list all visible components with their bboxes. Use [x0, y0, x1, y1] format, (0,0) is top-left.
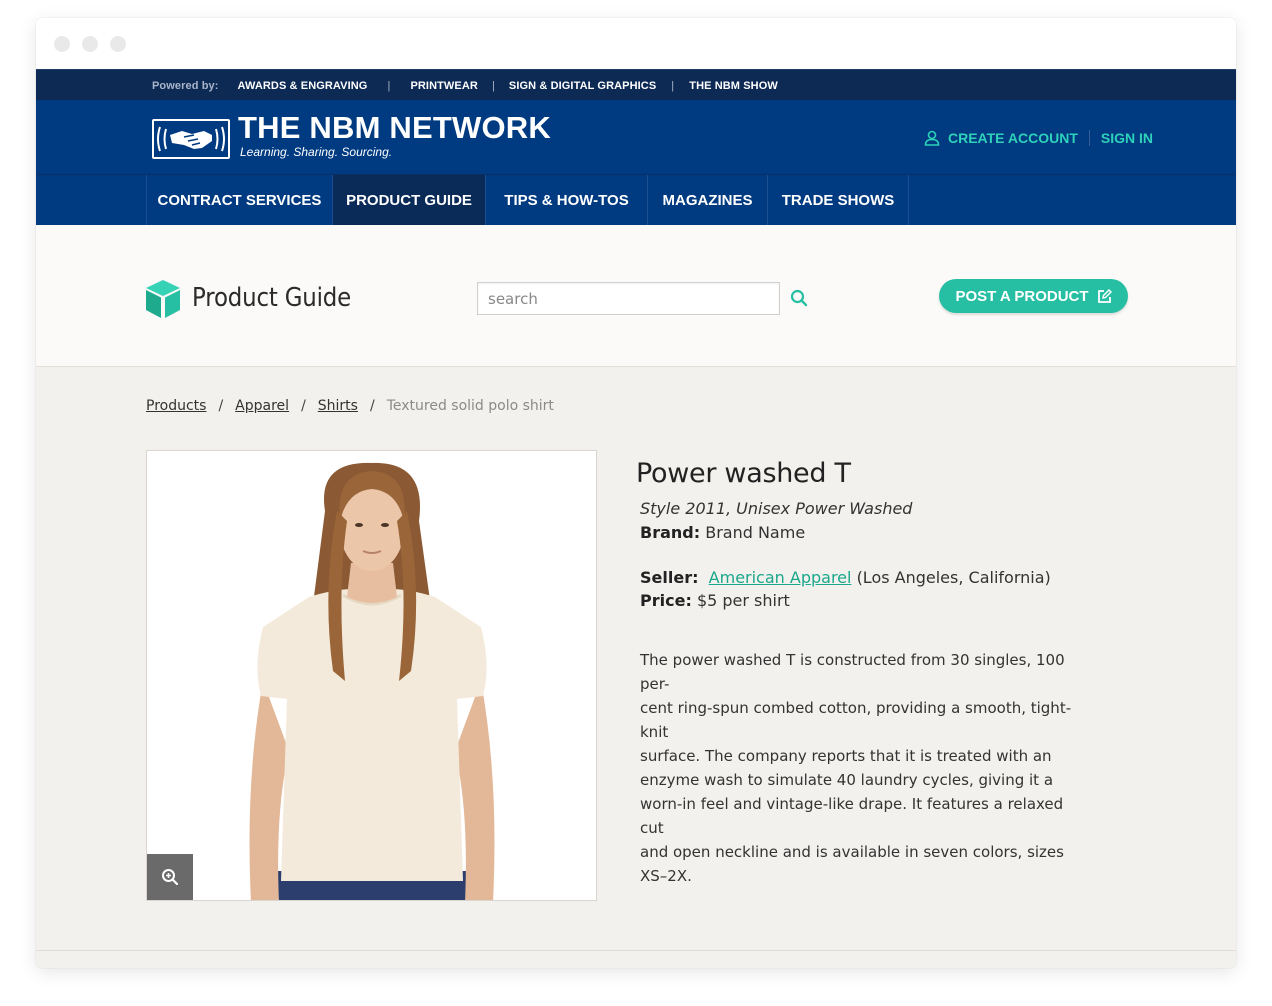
edit-icon: [1097, 288, 1112, 304]
brand-value: Brand Name: [705, 523, 806, 542]
seller-link[interactable]: American Apparel: [709, 568, 852, 587]
seller-location: (Los Angeles, California): [856, 568, 1051, 587]
breadcrumb-separator: /: [218, 398, 224, 414]
product-style: Style 2011, Unisex Power Washed: [640, 499, 913, 518]
sign-in-link[interactable]: SIGN IN: [1101, 130, 1153, 146]
topbar-link-printwear[interactable]: PRINTWEAR: [410, 80, 478, 92]
window-chrome: [36, 18, 1236, 69]
topbar-link-nbm-show[interactable]: THE NBM SHOW: [689, 80, 778, 92]
zoom-button[interactable]: [147, 854, 193, 900]
post-product-label: POST A PRODUCT: [955, 287, 1089, 305]
nav-magazines[interactable]: MAGAZINES: [647, 175, 767, 225]
handshake-icon[interactable]: [152, 119, 230, 159]
description-line: XS–2X.: [640, 867, 692, 885]
nav-contract-services[interactable]: CONTRACT SERVICES: [146, 175, 332, 225]
window-close-dot[interactable]: [54, 36, 70, 52]
content-divider: [36, 950, 1236, 951]
window-minimize-dot[interactable]: [82, 36, 98, 52]
breadcrumb-current: Textured solid polo shirt: [386, 398, 554, 414]
nav-product-guide[interactable]: PRODUCT GUIDE: [332, 175, 485, 225]
cube-icon: [145, 279, 181, 319]
browser-window: Powered by: AWARDS & ENGRAVING | PRINTWE…: [36, 18, 1236, 968]
description-line: and open neckline and is available in se…: [640, 843, 1064, 861]
topbar-separator: |: [387, 79, 391, 92]
description-line: worn-in feel and vintage-like drape. It …: [640, 795, 1064, 837]
product-description: The power washed T is constructed from 3…: [640, 648, 1088, 888]
product-title: Power washed T: [636, 458, 851, 489]
topbar-link-awards[interactable]: AWARDS & ENGRAVING: [238, 80, 368, 92]
product-photo-illustration: [249, 462, 495, 900]
product-details: Power washed T Style 2011, Unisex Power …: [636, 458, 1096, 888]
site-logo-title[interactable]: THE NBM NETWORK: [238, 110, 551, 146]
breadcrumb-link-shirts[interactable]: Shirts: [318, 398, 358, 414]
create-account-link[interactable]: CREATE ACCOUNT: [948, 130, 1078, 146]
zoom-in-icon: [161, 868, 179, 886]
description-line: cent ring-spun combed cotton, providing …: [640, 699, 1072, 741]
product-image[interactable]: [146, 450, 597, 901]
breadcrumb-link-apparel[interactable]: Apparel: [235, 398, 289, 414]
search-input[interactable]: [477, 282, 780, 315]
product-guide-title: Product Guide: [192, 283, 352, 313]
seller-label: Seller:: [640, 568, 699, 587]
nav-trade-shows[interactable]: TRADE SHOWS: [767, 175, 909, 225]
description-line: The power washed T is constructed from 3…: [640, 651, 1065, 693]
account-links: CREATE ACCOUNT SIGN IN: [924, 128, 1153, 148]
topbar-link-sign-graphics[interactable]: SIGN & DIGITAL GRAPHICS: [509, 80, 656, 92]
main-nav: CONTRACT SERVICES PRODUCT GUIDE TIPS & H…: [36, 175, 1236, 225]
topbar-separator: |: [491, 79, 495, 92]
product-price-row: Price: $5 per shirt: [640, 591, 1096, 610]
site-tagline: Learning. Sharing. Sourcing.: [240, 145, 393, 159]
account-divider: [1088, 130, 1090, 146]
description-line: surface. The company reports that it is …: [640, 747, 1052, 765]
topbar-separator: |: [671, 79, 675, 92]
user-icon[interactable]: [924, 130, 940, 146]
post-product-button[interactable]: POST A PRODUCT: [939, 279, 1128, 313]
product-guide-bar: Product Guide POST A PRODUCT: [36, 225, 1236, 367]
search-icon[interactable]: [790, 289, 808, 307]
breadcrumb-separator: /: [369, 398, 375, 414]
nav-tips-how-tos[interactable]: TIPS & HOW-TOS: [485, 175, 647, 225]
brand-label: Brand:: [640, 523, 701, 542]
powered-by-label: Powered by:: [152, 79, 219, 92]
breadcrumb-link-products[interactable]: Products: [146, 398, 206, 414]
window-maximize-dot[interactable]: [110, 36, 126, 52]
product-seller-row: Seller: American Apparel (Los Angeles, C…: [640, 568, 1096, 587]
breadcrumb: Products / Apparel / Shirts / Textured s…: [146, 396, 554, 416]
price-label: Price:: [640, 591, 692, 610]
site-header: THE NBM NETWORK Learning. Sharing. Sourc…: [36, 100, 1236, 175]
breadcrumb-separator: /: [301, 398, 306, 414]
price-value: $5 per shirt: [696, 591, 790, 610]
product-brand-row: Brand: Brand Name: [640, 523, 1096, 542]
powered-by-bar: Powered by: AWARDS & ENGRAVING | PRINTWE…: [36, 69, 1236, 100]
description-line: enzyme wash to simulate 40 laundry cycle…: [640, 771, 1054, 789]
